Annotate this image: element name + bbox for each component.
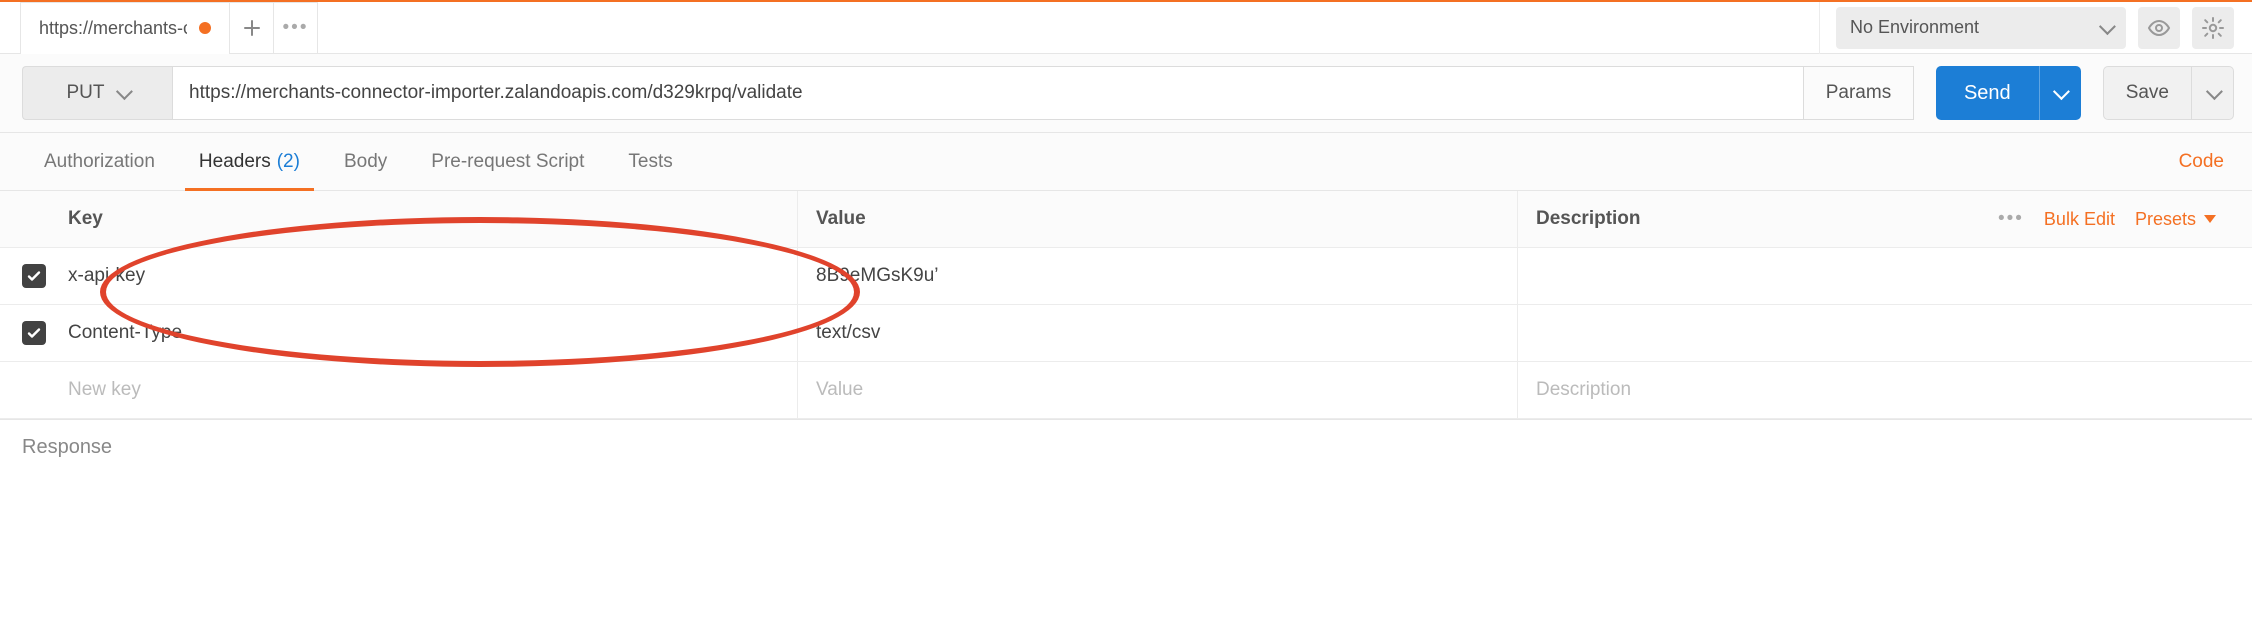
environment-quicklook-button[interactable] <box>2138 7 2180 49</box>
header-key-input[interactable]: x-api-key <box>68 248 798 304</box>
row-enabled-checkbox[interactable] <box>22 321 46 345</box>
tab-headers[interactable]: Headers (2) <box>177 133 322 191</box>
presets-dropdown[interactable]: Presets <box>2135 209 2216 230</box>
params-button[interactable]: Params <box>1804 66 1914 120</box>
save-button[interactable]: Save <box>2103 66 2192 120</box>
request-url-text: https://merchants-connector-importer.zal… <box>189 82 803 104</box>
code-link[interactable]: Code <box>2179 151 2230 173</box>
chevron-down-icon <box>115 83 132 100</box>
new-tab-button[interactable] <box>230 2 274 54</box>
tab-prerequest[interactable]: Pre-request Script <box>409 133 606 191</box>
header-value-input[interactable]: text/csv <box>798 305 1518 361</box>
tab-body[interactable]: Body <box>322 133 409 191</box>
settings-button[interactable] <box>2192 7 2234 49</box>
chevron-down-icon <box>2053 83 2070 100</box>
eye-icon <box>2147 16 2171 40</box>
response-title: Response <box>22 436 112 458</box>
tab-bar: https://merchants-con ••• No Environment <box>0 2 2252 54</box>
header-description-input[interactable] <box>1518 248 2252 304</box>
unsaved-indicator-icon <box>199 22 211 34</box>
send-button[interactable]: Send <box>1936 66 2039 120</box>
chevron-down-icon <box>2099 18 2116 35</box>
send-options-button[interactable] <box>2039 66 2081 120</box>
table-row: x-api-key 8B9eMGsK9u’ <box>0 248 2252 305</box>
request-builder: PUT https://merchants-connector-importer… <box>0 54 2252 133</box>
table-row-new: New key Value Description <box>0 362 2252 419</box>
environment-select[interactable]: No Environment <box>1836 7 2126 49</box>
save-label: Save <box>2126 82 2169 104</box>
environment-label: No Environment <box>1850 17 1979 38</box>
row-options-button[interactable]: ••• <box>1998 208 2024 230</box>
header-value-input[interactable]: Value <box>798 362 1518 418</box>
http-method-label: PUT <box>67 82 105 104</box>
header-value-input[interactable]: 8B9eMGsK9u’ <box>798 248 1518 304</box>
request-url-input[interactable]: https://merchants-connector-importer.zal… <box>172 66 1804 120</box>
request-tab[interactable]: https://merchants-con <box>20 2 230 54</box>
headers-table-header: Key Value Description ••• Bulk Edit Pres… <box>0 191 2252 248</box>
table-row: Content-Type text/csv <box>0 305 2252 362</box>
th-value: Value <box>798 191 1518 247</box>
headers-table: Key Value Description ••• Bulk Edit Pres… <box>0 191 2252 419</box>
header-key-input[interactable]: Content-Type <box>68 305 798 361</box>
send-label: Send <box>1964 82 2011 105</box>
gear-icon <box>2201 16 2225 40</box>
check-icon <box>26 325 42 341</box>
chevron-down-icon <box>2205 83 2222 100</box>
ellipsis-icon: ••• <box>283 17 309 39</box>
params-label: Params <box>1826 82 1891 104</box>
http-method-select[interactable]: PUT <box>22 66 172 120</box>
tab-options-button[interactable]: ••• <box>274 2 318 54</box>
caret-down-icon <box>2204 215 2216 223</box>
row-enabled-checkbox[interactable] <box>22 264 46 288</box>
tab-headers-label: Headers <box>199 151 271 173</box>
header-description-input[interactable]: Description <box>1518 362 2252 418</box>
builder-tabs: Authorization Headers (2) Body Pre-reque… <box>0 133 2252 191</box>
tab-authorization[interactable]: Authorization <box>22 133 177 191</box>
header-description-input[interactable] <box>1518 305 2252 361</box>
check-icon <box>26 268 42 284</box>
header-key-input[interactable]: New key <box>68 362 798 418</box>
th-description: Description ••• Bulk Edit Presets <box>1518 191 2252 247</box>
right-toolbar: No Environment <box>1819 2 2252 54</box>
response-pane: Response <box>0 419 2252 475</box>
save-options-button[interactable] <box>2192 66 2234 120</box>
tab-headers-count: (2) <box>277 151 300 173</box>
bulk-edit-link[interactable]: Bulk Edit <box>2044 209 2115 230</box>
request-tab-label: https://merchants-con <box>39 18 187 39</box>
th-key: Key <box>68 191 798 247</box>
tab-tests[interactable]: Tests <box>606 133 694 191</box>
